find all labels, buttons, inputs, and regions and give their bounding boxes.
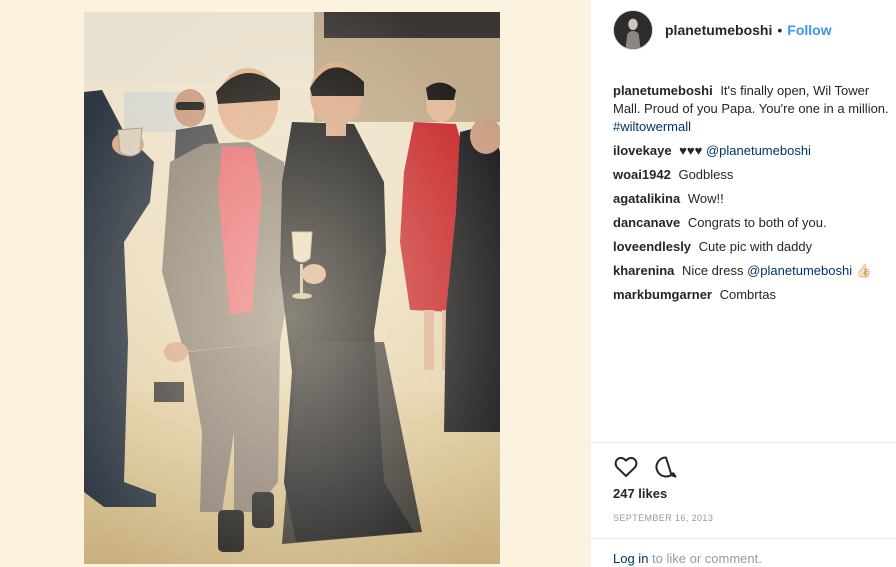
comment-username[interactable]: woai1942 bbox=[613, 167, 671, 182]
comment-username[interactable]: ilovekaye bbox=[613, 143, 672, 158]
comment-text: Combrtas bbox=[719, 287, 776, 302]
comment-item: dancanave Congrats to both of you. bbox=[613, 214, 891, 232]
comments-list: planetumeboshi It's finally open, Wil To… bbox=[613, 82, 891, 310]
comment-item: woai1942 Godbless bbox=[613, 166, 891, 184]
comment-item: ilovekaye ♥♥♥ @planetumeboshi bbox=[613, 142, 891, 160]
comment-username[interactable]: dancanave bbox=[613, 215, 680, 230]
comment-mention[interactable]: @planetumeboshi bbox=[747, 263, 852, 278]
comment-item: markbumgarner Combrtas bbox=[613, 286, 891, 304]
action-bar bbox=[613, 452, 693, 482]
caption-hashtag[interactable]: #wiltowermall bbox=[613, 119, 691, 134]
divider bbox=[591, 442, 896, 443]
heart-outline-icon bbox=[614, 456, 638, 477]
follow-button[interactable]: Follow bbox=[787, 22, 831, 38]
comment-username[interactable]: loveendlesly bbox=[613, 239, 691, 254]
likes-count[interactable]: 247 likes bbox=[613, 486, 667, 501]
comment-button[interactable] bbox=[653, 454, 679, 480]
comment-text: Godbless bbox=[678, 167, 734, 182]
post-date[interactable]: SEPTEMBER 16, 2013 bbox=[613, 513, 713, 523]
comment-text: Congrats to both of you. bbox=[687, 215, 827, 230]
comment-text: ♥♥♥ bbox=[679, 143, 703, 158]
caption-username[interactable]: planetumeboshi bbox=[613, 83, 713, 98]
header-separator: • bbox=[777, 22, 783, 38]
post-photo-image bbox=[84, 12, 500, 564]
post-photo[interactable] bbox=[84, 12, 500, 564]
login-prompt: Log in to like or comment. bbox=[613, 551, 762, 566]
like-button[interactable] bbox=[613, 454, 639, 480]
comment-text: Wow!! bbox=[687, 191, 724, 206]
speech-bubble-icon bbox=[655, 456, 677, 478]
comment-username[interactable]: agatalikina bbox=[613, 191, 680, 206]
comment-username[interactable]: markbumgarner bbox=[613, 287, 712, 302]
comment-text: Cute pic with daddy bbox=[698, 239, 813, 254]
comment-item: kharenina Nice dress @planetumeboshi 👍🏻 bbox=[613, 262, 891, 280]
divider bbox=[591, 538, 896, 539]
comment-mention[interactable]: @planetumeboshi bbox=[706, 143, 811, 158]
avatar-image bbox=[614, 11, 652, 49]
comment-text: Nice dress bbox=[682, 263, 744, 278]
avatar[interactable] bbox=[613, 10, 653, 50]
login-link[interactable]: Log in bbox=[613, 551, 648, 566]
post-caption: planetumeboshi It's finally open, Wil To… bbox=[613, 82, 891, 136]
post-header: planetumeboshi • Follow bbox=[591, 0, 896, 60]
post-sidebar: planetumeboshi • Follow planetumeboshi I… bbox=[590, 0, 896, 567]
photo-panel bbox=[0, 0, 590, 567]
thumbs-up-emoji-icon: 👍🏻 bbox=[855, 263, 872, 278]
comment-username[interactable]: kharenina bbox=[613, 263, 674, 278]
comment-item: agatalikina Wow!! bbox=[613, 190, 891, 208]
login-prompt-text: to like or comment. bbox=[648, 551, 762, 566]
comment-item: loveendlesly Cute pic with daddy bbox=[613, 238, 891, 256]
header-username[interactable]: planetumeboshi bbox=[665, 22, 772, 38]
